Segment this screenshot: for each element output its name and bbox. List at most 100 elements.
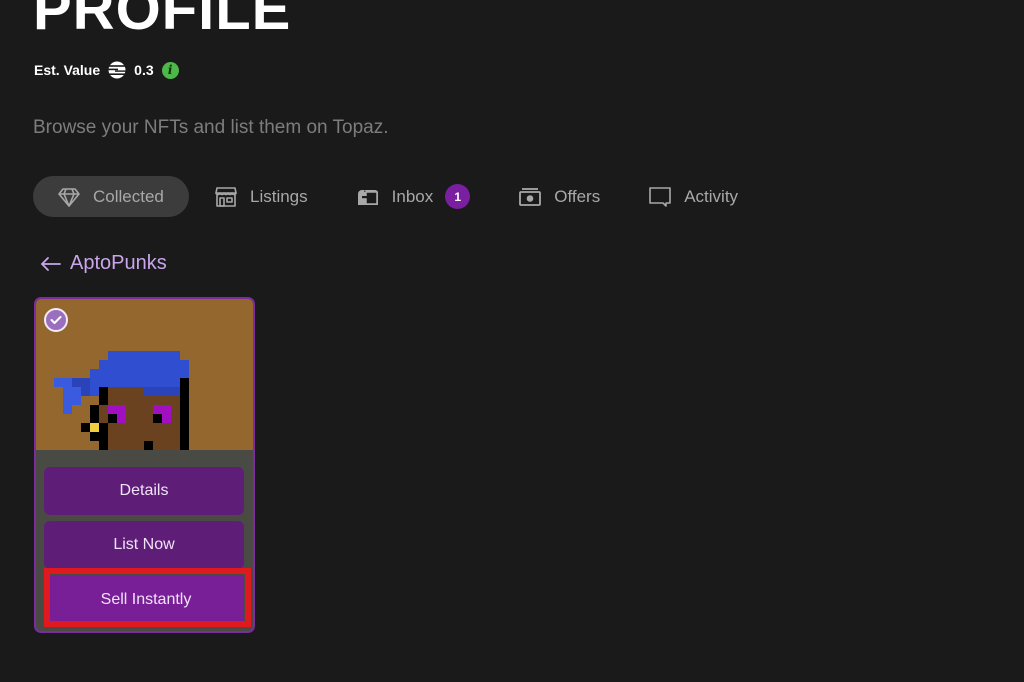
pixel — [135, 351, 144, 360]
pixel — [171, 423, 180, 432]
pixel — [162, 396, 171, 405]
mailbox-icon — [357, 189, 378, 205]
pixel — [153, 378, 162, 387]
pixel — [126, 387, 135, 396]
nft-card[interactable]: Details List Now Sell Instantly — [34, 297, 255, 633]
diamond-icon — [58, 187, 80, 207]
pixel — [180, 414, 189, 423]
pixel — [144, 387, 153, 396]
pixel — [126, 396, 135, 405]
pixel — [171, 414, 180, 423]
pixel — [117, 351, 126, 360]
pixel — [126, 414, 135, 423]
pixel — [171, 432, 180, 441]
pixel — [90, 432, 99, 441]
tab-offers[interactable]: Offers — [518, 176, 600, 217]
tab-inbox[interactable]: Inbox 1 — [356, 176, 471, 217]
pixel — [117, 369, 126, 378]
pixel — [90, 414, 99, 423]
pixel — [153, 423, 162, 432]
pixel — [90, 405, 99, 414]
pixel — [117, 441, 126, 450]
pixel — [99, 432, 108, 441]
pixel — [117, 396, 126, 405]
pixel — [108, 414, 117, 423]
pixel — [162, 387, 171, 396]
pixel — [99, 414, 108, 423]
aptos-coin-icon — [108, 61, 127, 79]
pixel — [90, 387, 99, 396]
pixel — [144, 423, 153, 432]
pixel — [135, 396, 144, 405]
sell-instantly-button[interactable]: Sell Instantly — [48, 575, 244, 625]
pixel — [144, 351, 153, 360]
pixel — [81, 378, 90, 387]
pixel — [162, 360, 171, 369]
estimated-value: Est. Value 0.3 i — [34, 60, 179, 80]
pixel — [108, 423, 117, 432]
tab-label: Offers — [554, 186, 601, 206]
pixel — [171, 360, 180, 369]
pixel — [126, 441, 135, 450]
nft-image[interactable] — [36, 299, 253, 450]
pixel — [135, 369, 144, 378]
select-checkbox[interactable] — [44, 308, 68, 332]
info-icon[interactable]: i — [161, 61, 179, 79]
tab-listings[interactable]: Listings — [214, 176, 308, 217]
list-now-button[interactable]: List Now — [44, 521, 244, 569]
pixel — [144, 378, 153, 387]
pixel — [108, 432, 117, 441]
tab-label: Collected — [93, 186, 164, 206]
pixel — [153, 441, 162, 450]
pixel — [162, 369, 171, 378]
pixel — [99, 387, 108, 396]
pixel — [180, 387, 189, 396]
pixel — [117, 360, 126, 369]
storefront-icon — [215, 186, 237, 207]
pixel — [126, 432, 135, 441]
pixel — [135, 360, 144, 369]
pixel — [153, 396, 162, 405]
page-title: PROFILE — [33, 0, 292, 42]
pixel — [153, 360, 162, 369]
pixel — [135, 387, 144, 396]
pixel — [144, 360, 153, 369]
pixel — [171, 441, 180, 450]
pixel — [63, 405, 72, 414]
pixel — [162, 378, 171, 387]
pixel — [171, 378, 180, 387]
pixel — [108, 441, 117, 450]
pixel — [81, 387, 90, 396]
pixel — [99, 396, 108, 405]
pixel — [171, 351, 180, 360]
arrow-left-icon — [41, 256, 61, 271]
pixel — [108, 360, 117, 369]
pixel — [162, 405, 171, 414]
checkmark-icon — [50, 316, 62, 324]
details-button[interactable]: Details — [44, 467, 244, 515]
tab-collected[interactable]: Collected — [33, 176, 189, 217]
pixel — [99, 378, 108, 387]
pixel — [144, 441, 153, 450]
pixel — [135, 441, 144, 450]
pixel — [63, 378, 72, 387]
pixel — [135, 378, 144, 387]
pixel — [135, 432, 144, 441]
pixel — [90, 369, 99, 378]
pixel — [126, 360, 135, 369]
pixel — [171, 387, 180, 396]
pixel — [162, 414, 171, 423]
pixel — [126, 351, 135, 360]
pixel — [117, 432, 126, 441]
pixel — [144, 432, 153, 441]
pixel — [99, 423, 108, 432]
pixel — [144, 396, 153, 405]
aptopunk-pixel-art — [54, 351, 189, 450]
tab-activity[interactable]: Activity — [648, 176, 738, 217]
chat-bubble-icon — [649, 186, 672, 207]
pixel — [162, 441, 171, 450]
tab-label: Activity — [684, 186, 739, 206]
pixel — [162, 351, 171, 360]
pixel — [162, 423, 171, 432]
back-to-collections-link[interactable]: AptoPunks — [40, 252, 167, 275]
